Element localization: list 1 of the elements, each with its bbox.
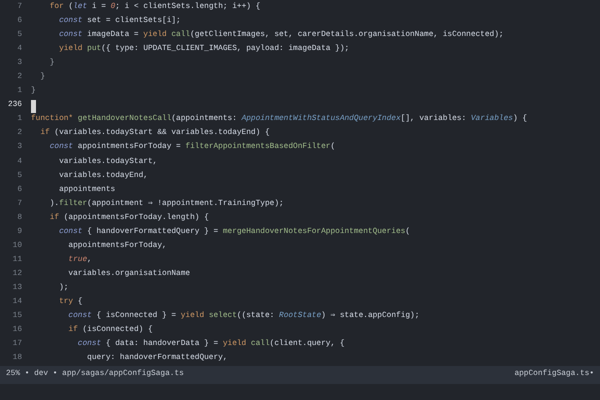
text-cursor [31, 100, 36, 113]
